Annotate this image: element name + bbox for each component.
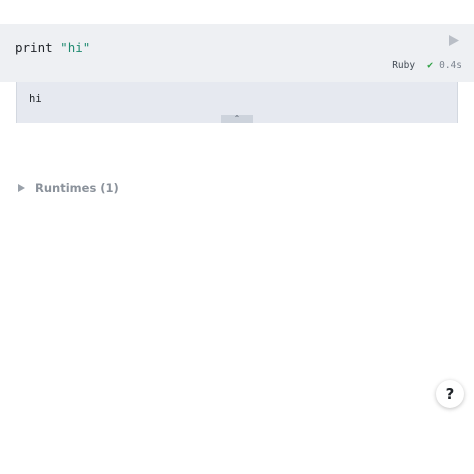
runtimes-toggle[interactable]: Runtimes (1)	[18, 181, 119, 195]
runtimes-label: Runtimes (1)	[35, 181, 119, 195]
output-text: hi	[29, 93, 42, 105]
code-cell[interactable]: print "hi" Ruby ✔ 0.4s	[0, 24, 474, 82]
run-button[interactable]	[446, 32, 462, 48]
help-button[interactable]: ?	[436, 380, 464, 408]
run-duration: 0.4s	[439, 60, 462, 71]
code-string: "hi"	[60, 40, 91, 55]
collapse-output-button[interactable]: ⌃	[221, 115, 253, 123]
check-icon: ✔	[427, 60, 434, 71]
output-panel: hi ⌃	[16, 82, 458, 123]
code-keyword: print	[15, 40, 53, 55]
chevron-up-icon: ⌃	[233, 114, 241, 123]
page: print "hi" Ruby ✔ 0.4s hi ⌃ Runtimes (1)…	[0, 0, 474, 474]
code-line[interactable]: print "hi"	[15, 40, 90, 55]
question-mark-icon: ?	[445, 385, 455, 403]
caret-right-icon	[18, 184, 25, 192]
run-status: Ruby ✔ 0.4s	[392, 60, 462, 71]
play-icon	[449, 34, 459, 46]
language-label: Ruby	[392, 60, 416, 71]
